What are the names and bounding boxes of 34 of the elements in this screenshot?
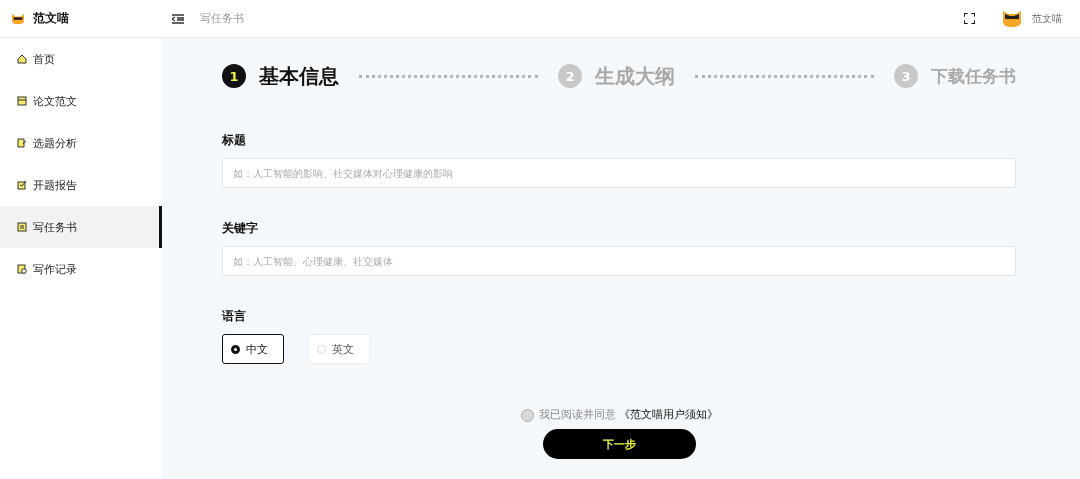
terms-link[interactable]: 《范文喵用户须知》 <box>618 408 718 422</box>
house-icon <box>17 54 27 64</box>
cat-logo-icon <box>11 12 25 25</box>
sidebar-item[interactable]: 写任务书 <box>0 206 162 248</box>
user-name: 范文喵 <box>1032 11 1062 26</box>
field-label: 语言 <box>222 308 247 325</box>
language-option[interactable]: 英文 <box>308 334 370 364</box>
app-name: 范文喵 <box>33 10 69 27</box>
field-label: 关键字 <box>222 220 259 237</box>
record-icon <box>17 264 27 274</box>
text-field[interactable]: 如：人工智能、心理健康、社交媒体 <box>222 246 1016 276</box>
checklist-icon <box>17 180 27 190</box>
sidebar-item[interactable]: 开题报告 <box>0 164 162 206</box>
menu-collapse-icon[interactable] <box>172 13 184 24</box>
breadcrumb: 写任务书 <box>200 11 244 26</box>
step-label: 基本信息 <box>259 62 339 90</box>
next-button[interactable]: 下一步 <box>542 429 696 459</box>
avatar-icon[interactable] <box>1002 9 1022 28</box>
sidebar-item[interactable]: 论文范文 <box>0 80 162 122</box>
field-label: 标题 <box>222 132 247 149</box>
sidebar-item[interactable]: 写作记录 <box>0 248 162 290</box>
language-option[interactable]: 中文 <box>222 334 284 364</box>
step-number: 1 <box>222 64 246 88</box>
list-icon <box>17 222 27 232</box>
agree-checkbox[interactable] <box>520 408 534 422</box>
agreement-text: 我已阅读并同意 <box>538 408 616 422</box>
fullscreen-icon[interactable] <box>964 13 975 24</box>
sidebar-item[interactable]: 选题分析 <box>0 122 162 164</box>
text-field[interactable]: 如：人工智能的影响、社交媒体对心理健康的影响 <box>222 158 1016 188</box>
edit-icon <box>17 138 27 148</box>
step-label: 生成大纲 <box>595 62 675 90</box>
document-icon <box>17 96 27 106</box>
sidebar-item[interactable]: 首页 <box>0 38 162 80</box>
step-label: 下载任务书 <box>931 64 1016 88</box>
